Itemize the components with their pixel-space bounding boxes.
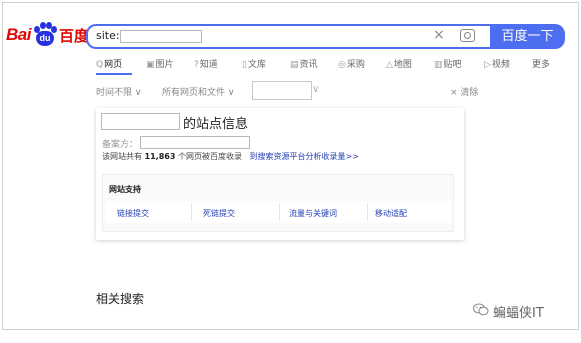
traffic-keywords-link[interactable]: 流量与关键词 <box>289 208 337 219</box>
video-icon: ▷ <box>484 60 491 70</box>
tab-more[interactable]: 更多 <box>532 57 550 70</box>
logo-text-du: du <box>35 31 54 46</box>
indexed-count: 11,863 <box>144 152 176 161</box>
divider <box>279 203 280 221</box>
divider <box>367 203 368 221</box>
paw-icon: du <box>32 22 58 48</box>
search-tabs: Q网页 ▣图片 ?知道 ▯文库 ▤资讯 ◎采购 △地图 ▥贴吧 ▷视频 更多 <box>96 57 566 73</box>
wechat-icon <box>473 303 489 320</box>
tab-web[interactable]: Q网页 <box>96 57 122 70</box>
divider <box>191 203 192 221</box>
chevron-down-icon[interactable]: ∨ <box>312 84 319 95</box>
watermark-text: 蝙蝠侠IT <box>493 306 544 321</box>
news-icon: ▤ <box>290 60 299 70</box>
mobile-adapt-link[interactable]: 移动适配 <box>375 208 407 219</box>
dead-link-submit-link[interactable]: 死链提交 <box>203 208 235 219</box>
purchase-icon: ◎ <box>338 60 346 70</box>
time-filter-dropdown[interactable]: 时间不限 ∨ <box>96 85 141 98</box>
site-support-panel: 网站支持 链接提交 死链提交 流量与关键词 移动适配 <box>102 174 454 232</box>
site-info-card: 的站点信息 备案方： 该网站共有 11,863 个网页被百度收录 到搜索资源平台… <box>96 108 464 240</box>
tab-map[interactable]: △地图 <box>386 57 412 70</box>
tab-images[interactable]: ▣图片 <box>146 57 174 70</box>
query-redacted-box <box>120 30 202 43</box>
tieba-icon: ▥ <box>434 60 443 70</box>
clear-icon[interactable]: × <box>433 27 445 43</box>
map-icon: △ <box>386 60 393 70</box>
tab-video[interactable]: ▷视频 <box>484 57 510 70</box>
logo-text-bai: Bai <box>6 25 31 44</box>
related-searches-heading: 相关搜索 <box>96 292 145 306</box>
tab-tieba[interactable]: ▥贴吧 <box>434 57 462 70</box>
watermark: 蝙蝠侠IT <box>473 302 544 321</box>
site-name-redacted-box <box>101 113 180 130</box>
query-prefix: site: <box>96 29 120 42</box>
baidu-logo[interactable]: Bai du 百度 <box>6 22 89 48</box>
site-info-title: 的站点信息 <box>183 117 249 132</box>
analyze-index-link[interactable]: 到搜索资源平台分析收录量>> <box>250 152 359 161</box>
beian-redacted-box <box>140 136 250 149</box>
scope-filter-dropdown[interactable]: 所有网页和文件 ∨ <box>162 85 234 98</box>
tab-zhidao[interactable]: ?知道 <box>194 57 218 70</box>
document-icon: ▯ <box>242 60 247 70</box>
active-tab-underline <box>96 73 132 75</box>
question-icon: ? <box>194 60 199 70</box>
logo-text-baidu: 百度 <box>58 26 89 45</box>
clear-filters-button[interactable]: × 清除 <box>450 85 478 98</box>
search-input[interactable]: site: × <box>86 24 490 49</box>
tab-purchase[interactable]: ◎采购 <box>338 57 365 70</box>
tab-wenku[interactable]: ▯文库 <box>242 57 266 70</box>
image-icon: ▣ <box>146 60 155 70</box>
search-button[interactable]: 百度一下 <box>490 24 565 49</box>
tab-news[interactable]: ▤资讯 <box>290 57 318 70</box>
search-icon: Q <box>96 60 104 70</box>
link-submit-link[interactable]: 链接提交 <box>117 208 149 219</box>
site-support-heading: 网站支持 <box>109 185 141 194</box>
site-filter-input[interactable] <box>252 81 312 100</box>
beian-label: 备案方： <box>102 140 139 150</box>
camera-icon[interactable] <box>460 29 475 42</box>
index-stat: 该网站共有 11,863 个网页被百度收录 到搜索资源平台分析收录量>> <box>102 152 359 161</box>
